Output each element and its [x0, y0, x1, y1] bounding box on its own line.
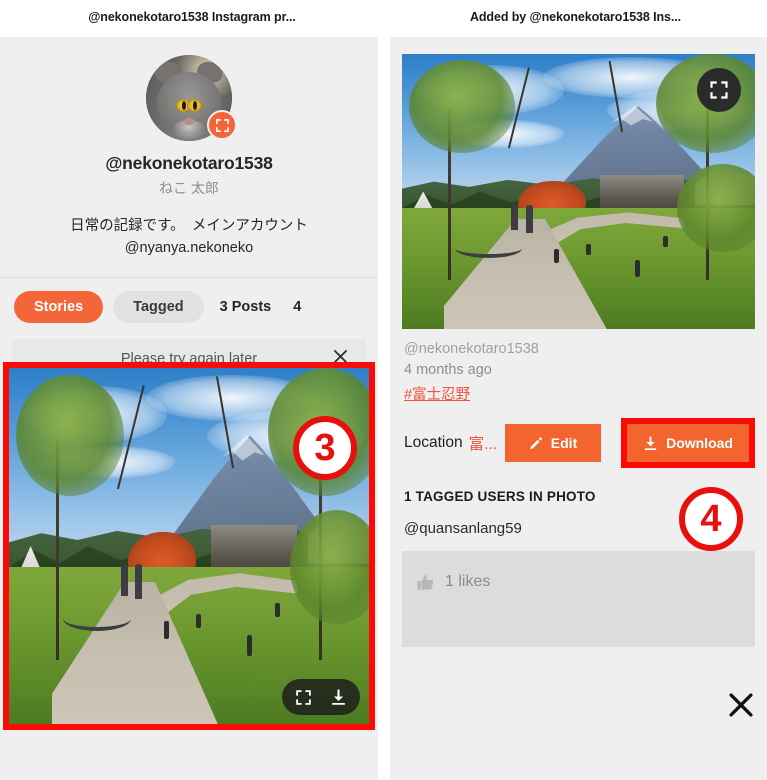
- download-icon[interactable]: [330, 688, 347, 707]
- bollard: [275, 602, 281, 618]
- cat-eye-right: [187, 99, 202, 112]
- bollard: [553, 249, 559, 263]
- download-highlight-box: Download: [621, 418, 756, 468]
- tab-posts[interactable]: 3 Posts: [214, 291, 278, 323]
- post-timestamp: 4 months ago: [404, 362, 492, 378]
- download-icon: [644, 435, 657, 450]
- profile-bio: 日常の記録です。 メインアカウント @nyanya.nekoneko: [0, 215, 378, 259]
- right-window-title: Added by @nekonekotaro1538 Ins...: [469, 10, 682, 24]
- profile-tabs: Stories Tagged 3 Posts 4: [0, 278, 378, 337]
- screenshot-root: @nekonekotaro1538 Instagram pr... Added …: [0, 0, 767, 780]
- thumbs-up-icon: [417, 574, 434, 590]
- bollard: [246, 635, 252, 657]
- header-bar: @nekonekotaro1538 Instagram pr... Added …: [0, 0, 767, 37]
- fullscreen-icon: [215, 118, 229, 132]
- panel-divider: [378, 37, 390, 780]
- edit-button-label: Edit: [550, 435, 578, 451]
- tree-foliage: [409, 59, 515, 153]
- bollard: [663, 235, 669, 247]
- location-value: 富...: [468, 436, 498, 453]
- post-actions-row: Location 富... Edit Download: [390, 418, 767, 468]
- location-label: Location: [404, 434, 463, 451]
- tab-tagged[interactable]: Tagged: [113, 291, 204, 324]
- left-window-title: @nekonekotaro1538 Instagram pr...: [88, 10, 296, 24]
- post-metadata: @nekonekotaro1538 4 months ago #富士忍野: [390, 329, 767, 404]
- cat-nose: [184, 118, 194, 125]
- edit-button[interactable]: Edit: [505, 424, 602, 462]
- profile-bio-line1: 日常の記録です。 メインアカウント: [70, 218, 308, 234]
- profile-full-name: ねこ 太郎: [159, 180, 219, 196]
- bollard: [163, 620, 169, 639]
- tree-foliage: [16, 375, 125, 497]
- fullscreen-icon: [710, 81, 728, 99]
- avatar-wrapper: [146, 55, 237, 141]
- fullscreen-icon[interactable]: [295, 689, 312, 706]
- step-marker-3: 3: [293, 416, 357, 480]
- post-username: @nekonekotaro1538: [404, 341, 539, 357]
- bollard: [634, 260, 640, 277]
- pencil-icon: [530, 437, 542, 449]
- tab-stories[interactable]: Stories: [14, 291, 104, 324]
- tab-four[interactable]: 4: [287, 291, 307, 323]
- close-icon: [729, 693, 753, 717]
- likes-box: 1 likes: [402, 551, 755, 647]
- profile-bio-line2: @nyanya.nekoneko: [124, 240, 254, 257]
- avatar-fullscreen-badge[interactable]: [207, 110, 237, 140]
- right-panel: @nekonekotaro1538 4 months ago #富士忍野 Loc…: [390, 37, 767, 780]
- right-photo-fullscreen-button[interactable]: [697, 68, 741, 112]
- left-photo-action-pill[interactable]: [282, 679, 360, 715]
- profile-section: @nekonekotaro1538 ねこ 太郎 日常の記録です。 メインアカウン…: [0, 37, 378, 279]
- profile-handle: @nekonekotaro1538: [105, 153, 273, 173]
- bollard: [585, 243, 591, 255]
- profile-divider: [0, 277, 378, 279]
- person: [511, 205, 519, 230]
- hammock: [454, 238, 522, 258]
- person: [525, 205, 533, 233]
- likes-count: 1 likes: [445, 573, 491, 590]
- step-marker-4: 4: [679, 487, 743, 551]
- right-panel-close-button[interactable]: [724, 688, 758, 727]
- person: [120, 563, 128, 596]
- cat-pupil-right: [192, 101, 197, 110]
- bollard: [196, 613, 202, 628]
- cat-pupil-left: [181, 101, 186, 110]
- person: [135, 563, 142, 600]
- right-post-photo[interactable]: [402, 54, 755, 329]
- download-button[interactable]: Download: [627, 424, 750, 462]
- post-hashtag-link[interactable]: #富士忍野: [404, 383, 753, 404]
